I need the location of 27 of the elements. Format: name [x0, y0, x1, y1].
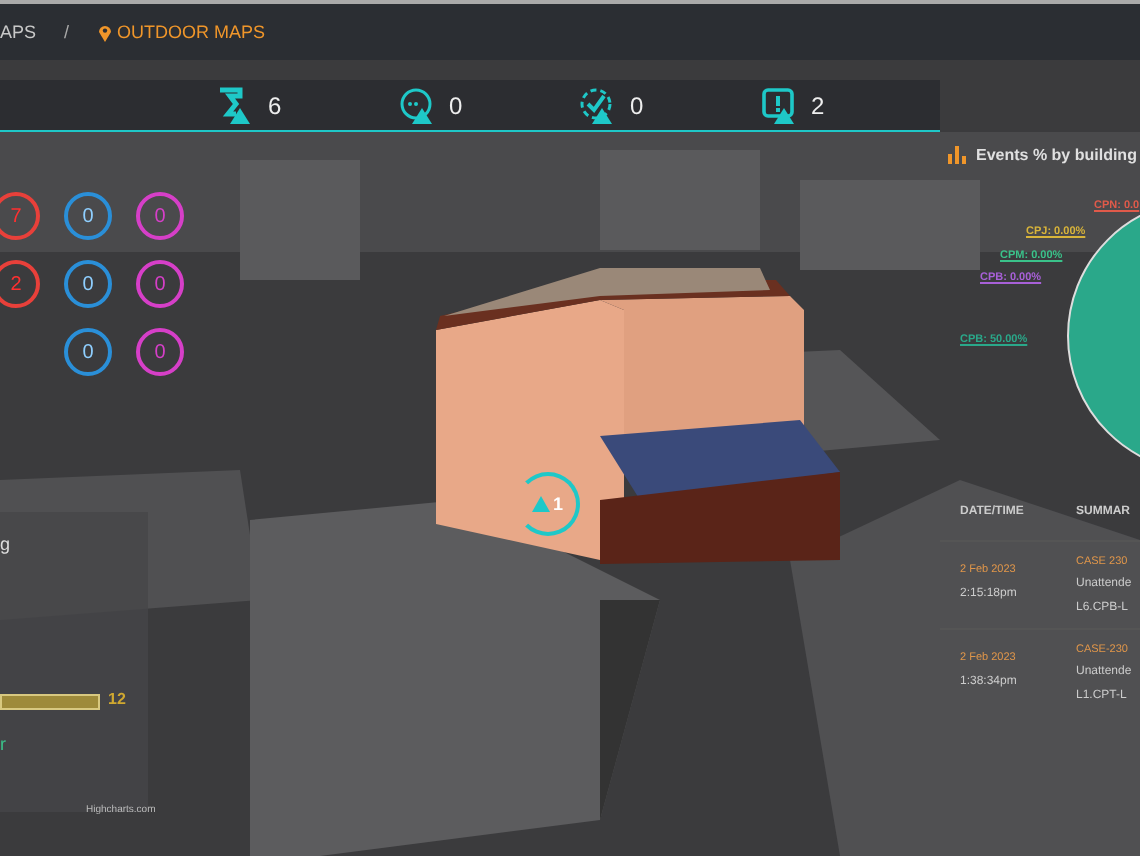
bar-value: 12 — [108, 690, 126, 708]
stat-count: 0 — [449, 91, 463, 119]
bar-chart-icon — [948, 146, 966, 164]
counter-ring: 7 — [0, 192, 40, 240]
alert-warning-icon — [759, 85, 799, 125]
counter-ring: 0 — [136, 192, 184, 240]
check-warning-icon — [578, 85, 618, 125]
stat-count: 6 — [268, 91, 282, 119]
chart-title: Events % by building — [976, 146, 1137, 164]
location-pin-icon — [97, 23, 112, 41]
counter-ring: 0 — [136, 260, 184, 308]
panel-title: g — [0, 534, 11, 554]
panel-text: r — [0, 734, 6, 754]
warning-icon — [532, 496, 551, 512]
counter-ring: 0 — [64, 260, 112, 308]
sigma-warning-icon — [216, 85, 256, 125]
chat-warning-icon — [397, 85, 437, 125]
counter-ring: 2 — [0, 260, 40, 308]
counter-ring: 0 — [136, 328, 184, 376]
counter-ring: 0 — [64, 328, 112, 376]
counter-ring: 0 — [64, 192, 112, 240]
marker-count: 1 — [552, 494, 563, 514]
breadcrumb-current: OUTDOOR MAPS — [97, 22, 266, 42]
breadcrumb-separator: / — [64, 22, 70, 42]
stat-count: 0 — [630, 91, 644, 119]
stat-count: 2 — [811, 91, 825, 119]
breadcrumb-link[interactable]: APS — [0, 22, 37, 42]
